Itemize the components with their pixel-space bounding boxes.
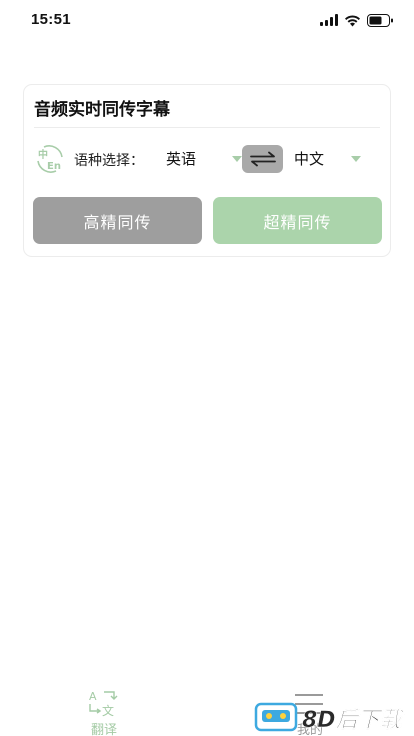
wifi-icon	[345, 14, 360, 26]
high-precision-button[interactable]: 高精同传	[33, 197, 202, 244]
target-language-select[interactable]: 中文	[294, 148, 324, 169]
language-icon: 中 En	[37, 145, 63, 173]
source-language-select[interactable]: 英语	[166, 148, 196, 169]
card-title: 音频实时同传字幕	[34, 100, 170, 120]
status-icons	[320, 12, 394, 28]
language-row: 中 En 语种选择： 英语 中文	[34, 143, 384, 175]
watermark-text: 8D后下载	[302, 708, 405, 733]
subtitle-card: 音频实时同传字幕 中 En 语种选择： 英语 中文 高精同传 超精同传	[23, 84, 391, 257]
battery-icon	[367, 13, 393, 27]
status-time: 15:51	[31, 11, 71, 28]
super-precision-button[interactable]: 超精同传	[213, 197, 382, 244]
status-bar: 15:51	[0, 0, 414, 42]
language-icon-bottom: En	[47, 161, 61, 172]
tab-translate[interactable]: A 文 翻译	[74, 688, 134, 736]
source-dropdown-icon[interactable]	[232, 156, 242, 162]
watermark-logo: 8D后下载	[254, 700, 414, 734]
translate-icon: A 文	[89, 690, 118, 718]
svg-text:文: 文	[102, 703, 114, 718]
card-divider	[34, 127, 380, 128]
language-label: 语种选择：	[74, 153, 144, 169]
swap-icon	[249, 151, 276, 167]
target-dropdown-icon[interactable]	[351, 156, 361, 162]
tab-translate-label: 翻译	[90, 723, 117, 736]
language-icon-top: 中	[38, 148, 48, 161]
cellular-signal-icon	[320, 14, 338, 26]
swap-languages-button[interactable]	[242, 145, 283, 173]
svg-text:A: A	[89, 690, 97, 703]
